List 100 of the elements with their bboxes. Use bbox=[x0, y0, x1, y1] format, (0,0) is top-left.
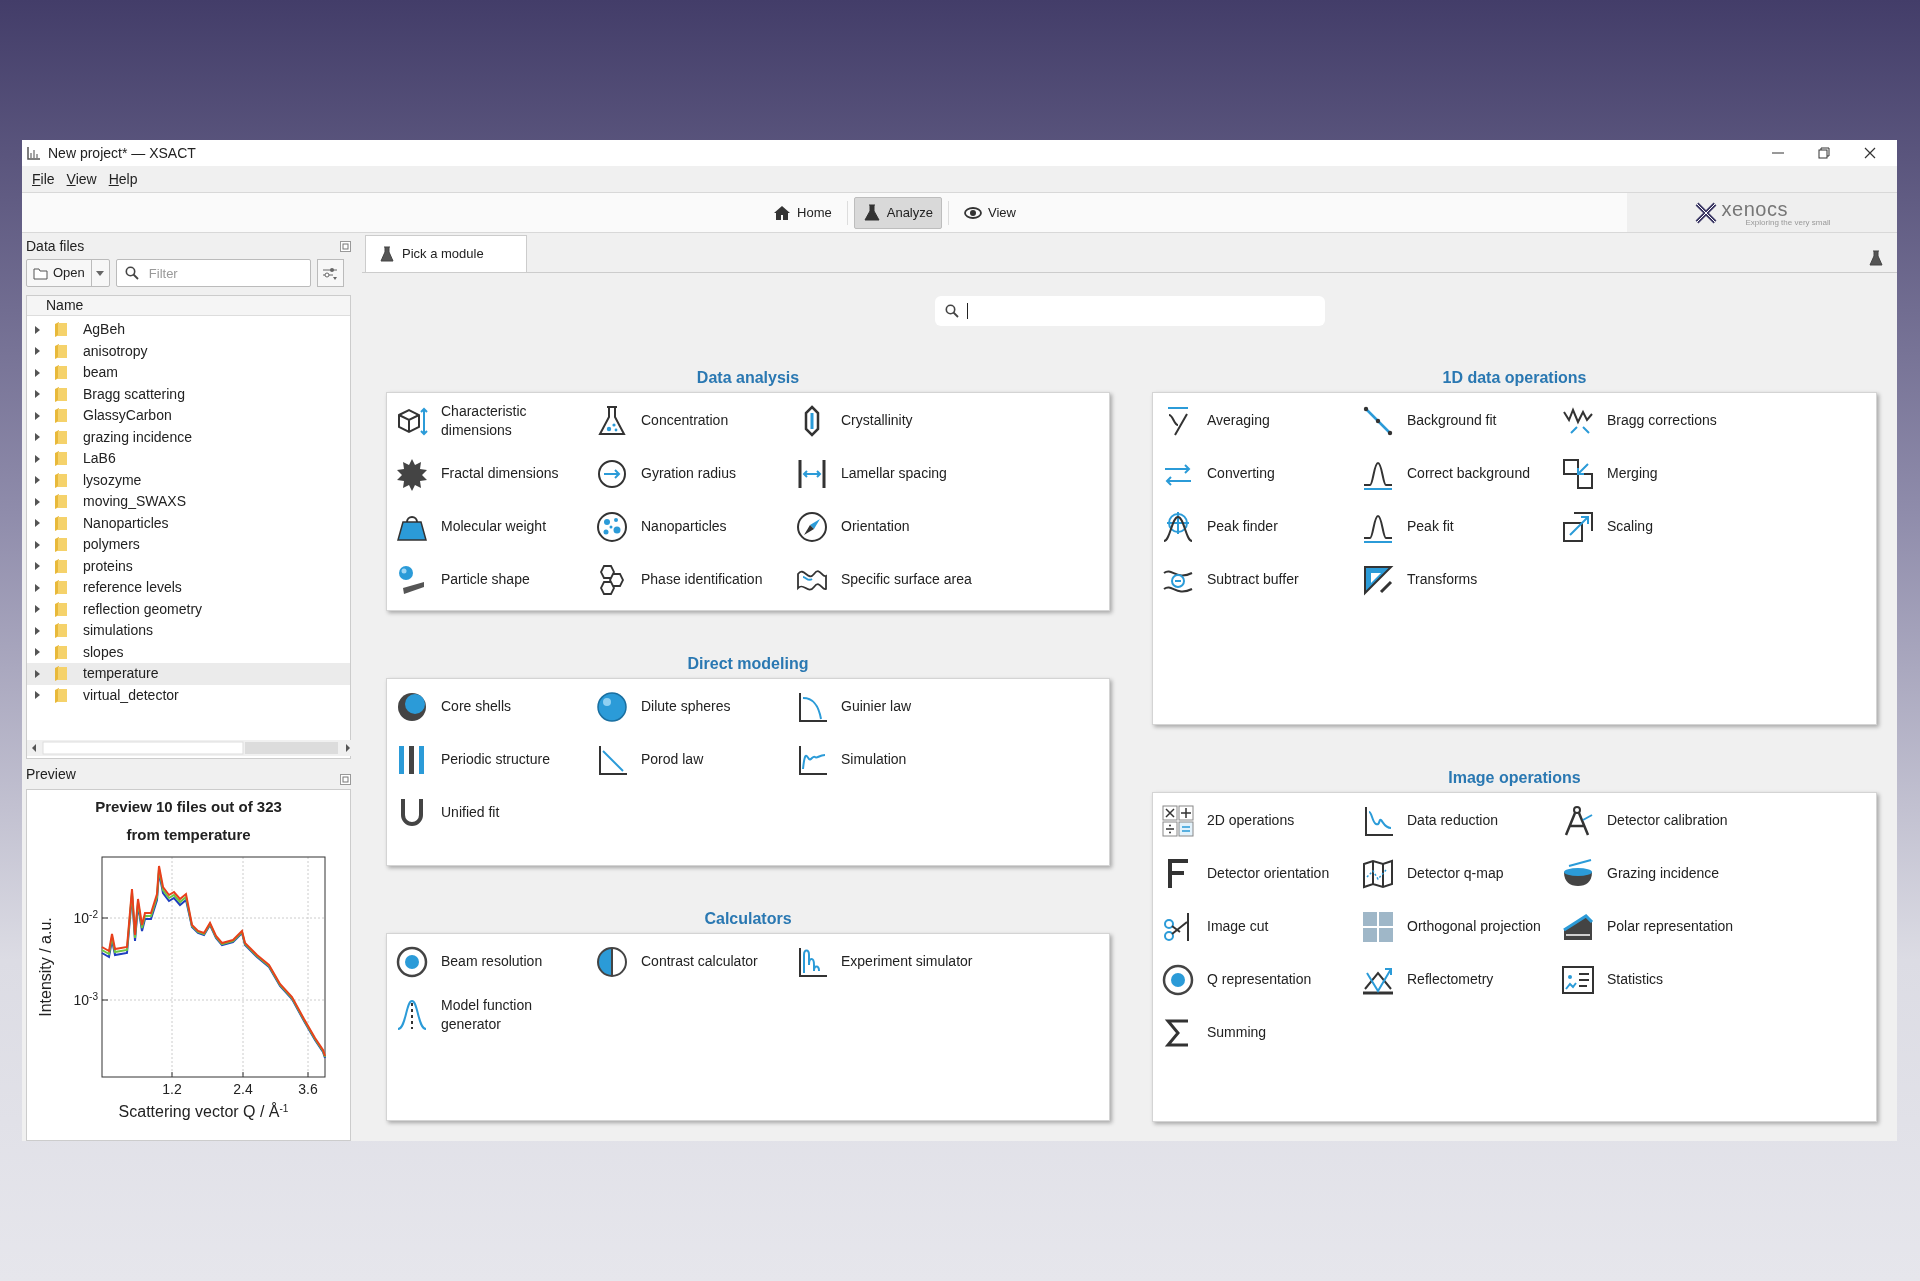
module-button[interactable]: Detector q-map bbox=[1361, 847, 1561, 900]
module-button[interactable]: Unified fit bbox=[395, 786, 595, 839]
chart-title: Preview 10 files out of 323 from temperature bbox=[94, 797, 283, 845]
axis-label: Intensity / a.u. bbox=[36, 917, 54, 1017]
flask-icon[interactable] bbox=[1869, 250, 1883, 266]
folder-icon bbox=[55, 537, 67, 553]
undock-icon[interactable] bbox=[340, 774, 351, 785]
x-logo-icon bbox=[1693, 200, 1718, 225]
tree-item[interactable]: reference levels bbox=[27, 577, 350, 599]
module-button[interactable]: Reflectometry bbox=[1361, 953, 1561, 1006]
tree-item[interactable]: GlassyCarbon bbox=[27, 405, 350, 427]
module-button[interactable]: Bragg corrections bbox=[1561, 394, 1761, 447]
tree-item[interactable]: beam bbox=[27, 362, 350, 384]
tree-item[interactable]: virtual_detector bbox=[27, 684, 350, 706]
toolbar-button[interactable]: Analyze bbox=[853, 196, 942, 229]
module-button[interactable]: Image cut bbox=[1161, 900, 1361, 953]
module-button[interactable]: Lamellar spacing bbox=[795, 447, 995, 500]
tick-label: 2.4 bbox=[232, 1081, 253, 1097]
module-button[interactable]: Polar representation bbox=[1561, 900, 1761, 953]
module-button[interactable]: Transforms bbox=[1361, 553, 1561, 606]
module-button[interactable]: Molecular weight bbox=[395, 500, 595, 553]
tree-item[interactable]: AgBeh bbox=[27, 319, 350, 341]
tree-item[interactable]: proteins bbox=[27, 555, 350, 577]
module-button[interactable]: Merging bbox=[1561, 447, 1761, 500]
folder-icon bbox=[55, 386, 67, 402]
search-field[interactable] bbox=[934, 296, 1325, 326]
module-button[interactable]: Background fit bbox=[1361, 394, 1561, 447]
module-button[interactable]: Detector orientation bbox=[1161, 847, 1361, 900]
tree-item[interactable]: Bragg scattering bbox=[27, 383, 350, 405]
folder-icon bbox=[55, 666, 67, 682]
tree-item[interactable]: anisotropy bbox=[27, 340, 350, 362]
logo-text: xenocs bbox=[1721, 198, 1789, 219]
tab[interactable]: Pick a module bbox=[365, 235, 527, 272]
menu-item[interactable]: View bbox=[62, 168, 101, 190]
expand-arrow-icon bbox=[35, 648, 40, 657]
module-button[interactable]: Core shells bbox=[395, 680, 595, 733]
module-button[interactable]: Beam resolution bbox=[395, 935, 595, 988]
module-button[interactable]: Experiment simulator bbox=[795, 935, 995, 988]
bell-curve-icon bbox=[395, 997, 429, 1032]
module-button[interactable]: Guinier law bbox=[795, 680, 995, 733]
undock-icon[interactable] bbox=[340, 240, 351, 252]
expand-arrow-icon bbox=[35, 368, 40, 377]
module-button[interactable]: Peak fit bbox=[1361, 500, 1561, 553]
tree-item[interactable]: slopes bbox=[27, 641, 350, 663]
module-button[interactable]: Averaging bbox=[1161, 394, 1361, 447]
section-title: Data analysis bbox=[696, 367, 800, 388]
tree-item[interactable]: simulations bbox=[27, 620, 350, 642]
module-button[interactable]: Summing bbox=[1161, 1006, 1361, 1059]
module-button[interactable]: Correct background bbox=[1361, 447, 1561, 500]
sphere-icon bbox=[595, 689, 629, 724]
module-button[interactable]: Model function generator bbox=[395, 988, 595, 1041]
module-button[interactable]: Statistics bbox=[1561, 953, 1761, 1006]
merge-icon bbox=[1561, 456, 1595, 491]
tree-item[interactable]: Nanoparticles bbox=[27, 512, 350, 534]
module-button[interactable]: Dilute spheres bbox=[595, 680, 795, 733]
toolbar-button[interactable]: View bbox=[955, 196, 1025, 229]
module-button[interactable]: Nanoparticles bbox=[595, 500, 795, 553]
module-button[interactable]: Phase identification bbox=[595, 553, 795, 606]
filter-field[interactable]: Filter bbox=[115, 259, 311, 287]
module-button[interactable]: Concentration bbox=[595, 394, 795, 447]
module-button[interactable]: Simulation bbox=[795, 733, 995, 786]
module-button[interactable]: Periodic structure bbox=[395, 733, 595, 786]
column-header[interactable]: Name bbox=[46, 295, 84, 316]
expand-arrow-icon bbox=[35, 347, 40, 356]
tree-item[interactable]: lysozyme bbox=[27, 469, 350, 491]
close-icon bbox=[1864, 147, 1876, 159]
tree-item[interactable]: LaB6 bbox=[27, 448, 350, 470]
folder-icon bbox=[55, 687, 67, 703]
module-button[interactable]: 2D operations bbox=[1161, 794, 1361, 847]
module-button[interactable]: Contrast calculator bbox=[595, 935, 795, 988]
crosshair-icon bbox=[1161, 509, 1195, 544]
module-button[interactable]: Detector calibration bbox=[1561, 794, 1761, 847]
module-button[interactable]: Orthogonal projection bbox=[1361, 900, 1561, 953]
folder-icon bbox=[55, 623, 67, 639]
module-button[interactable]: Orientation bbox=[795, 500, 995, 553]
module-button[interactable]: Peak finder bbox=[1161, 500, 1361, 553]
module-button[interactable]: Gyration radius bbox=[595, 447, 795, 500]
module-button[interactable]: Crystallinity bbox=[795, 394, 995, 447]
tree-item[interactable]: grazing incidence bbox=[27, 426, 350, 448]
tree-item[interactable]: polymers bbox=[27, 534, 350, 556]
tick-label: 10$^{-2}$ bbox=[73, 908, 98, 926]
module-button[interactable]: Q representation bbox=[1161, 953, 1361, 1006]
tree-item[interactable]: temperature bbox=[27, 663, 350, 685]
app-icon bbox=[26, 145, 42, 161]
filter-settings-button[interactable] bbox=[316, 259, 344, 287]
module-button[interactable]: Porod law bbox=[595, 733, 795, 786]
module-button[interactable]: Scaling bbox=[1561, 500, 1761, 553]
module-button[interactable]: Subtract buffer bbox=[1161, 553, 1361, 606]
module-button[interactable]: Data reduction bbox=[1361, 794, 1561, 847]
module-button[interactable]: Converting bbox=[1161, 447, 1361, 500]
tree-item[interactable]: reflection geometry bbox=[27, 598, 350, 620]
module-button[interactable]: Characteristic dimensions bbox=[395, 394, 595, 447]
menu-item[interactable]: File bbox=[28, 168, 59, 190]
module-button[interactable]: Specific surface area bbox=[795, 553, 995, 606]
tree-item[interactable]: moving_SWAXS bbox=[27, 491, 350, 513]
module-button[interactable]: Grazing incidence bbox=[1561, 847, 1761, 900]
toolbar-button[interactable]: Home bbox=[764, 196, 841, 229]
menu-item[interactable]: Help bbox=[104, 168, 142, 190]
module-button[interactable]: Fractal dimensions bbox=[395, 447, 595, 500]
module-button[interactable]: Particle shape bbox=[395, 553, 595, 606]
